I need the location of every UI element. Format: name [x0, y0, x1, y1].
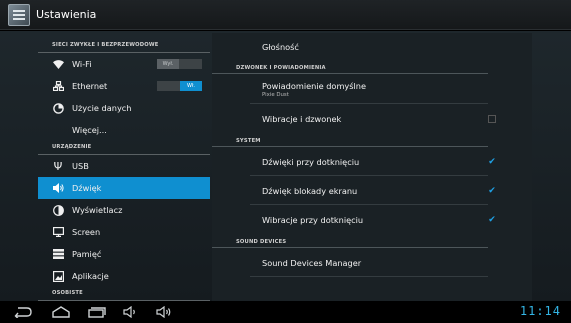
status-clock: 11:14 — [519, 304, 561, 318]
section-header-device: URZĄDZENIE — [38, 141, 210, 155]
pref-touch-sounds[interactable]: Dźwięki przy dotknięciu ✔ — [212, 147, 532, 176]
section-header-networks: SIECI ZWYKŁE I BEZPRZEWODOWE — [38, 33, 210, 53]
nav-item-label: Więcej... — [72, 125, 107, 135]
nav-item-ethernet[interactable]: Ethernet Wł. — [38, 75, 210, 97]
apps-icon — [52, 270, 64, 282]
screen-icon — [52, 226, 64, 238]
nav-item-label: Dźwięk — [72, 183, 102, 193]
nav-item-label: Pamięć — [72, 249, 102, 259]
pref-vibrate-and-ring[interactable]: Wibracje i dzwonek — [212, 104, 532, 133]
section-header-personal: OSOBISTE — [38, 287, 210, 301]
back-icon[interactable] — [12, 305, 34, 319]
category-header-sound-devices: SOUND DEVICES — [212, 234, 488, 248]
nav-item-apps[interactable]: Aplikacje — [38, 265, 210, 287]
action-bar: Ustawienia — [0, 0, 571, 30]
nav-item-label: Screen — [72, 227, 101, 237]
sound-settings-pane[interactable]: Głośność DZWONEK I POWIADOMIENIA Powiado… — [212, 33, 532, 301]
nav-item-label: Aplikacje — [72, 271, 109, 281]
pref-title: Głośność — [262, 41, 299, 52]
nav-item-label: Wi-Fi — [72, 59, 92, 69]
divider — [250, 276, 488, 277]
category-header-ringtone: DZWONEK I POWIADOMIENIA — [212, 60, 488, 74]
nav-item-sound[interactable]: Dźwięk — [38, 177, 210, 199]
ethernet-toggle[interactable]: Wł. — [157, 81, 202, 91]
nav-item-label: USB — [72, 161, 89, 171]
recents-icon[interactable] — [86, 305, 108, 319]
settings-content: SIECI ZWYKŁE I BEZPRZEWODOWE Wi-Fi Wył. … — [0, 31, 571, 301]
storage-icon — [52, 248, 64, 260]
nav-item-label: Wyświetlacz — [72, 205, 123, 215]
usb-icon: Ψ — [53, 159, 63, 173]
nav-item-data-usage[interactable]: Użycie danych — [38, 97, 210, 119]
pref-sound-devices-manager[interactable]: Sound Devices Manager — [212, 248, 532, 277]
pref-default-notification[interactable]: Powiadomienie domyślne Pixie Dust — [212, 74, 532, 104]
toggle-label: Wył. — [157, 59, 179, 69]
nav-item-label: Użycie danych — [72, 103, 132, 113]
pref-title: Sound Devices Manager — [262, 257, 362, 268]
pref-vibrate-on-touch[interactable]: Wibracje przy dotknięciu ✔ — [212, 205, 532, 234]
speaker-icon — [52, 182, 64, 194]
wifi-icon — [52, 58, 64, 70]
nav-item-more[interactable]: Więcej... — [38, 119, 210, 141]
ethernet-icon — [52, 80, 64, 92]
volume-down-icon[interactable] — [120, 305, 142, 319]
pref-volume[interactable]: Głośność — [212, 33, 532, 60]
nav-item-label: Ethernet — [72, 81, 108, 91]
settings-app-icon[interactable] — [8, 3, 30, 26]
screen-lock-sound-checkbox[interactable]: ✔ — [488, 186, 496, 195]
pref-title: Powiadomienie domyślne — [262, 80, 367, 91]
nav-item-storage[interactable]: Pamięć — [38, 243, 210, 265]
system-navigation-bar: 11:14 — [0, 301, 571, 323]
data-usage-icon — [52, 102, 64, 114]
vibrate-on-touch-checkbox[interactable]: ✔ — [488, 215, 496, 224]
toggle-label: Wł. — [180, 81, 202, 91]
nav-item-wifi[interactable]: Wi-Fi Wył. — [38, 53, 210, 75]
headers-list[interactable]: SIECI ZWYKŁE I BEZPRZEWODOWE Wi-Fi Wył. … — [38, 33, 210, 301]
touch-sounds-checkbox[interactable]: ✔ — [488, 157, 496, 166]
vibrate-ring-checkbox[interactable] — [488, 114, 496, 123]
volume-up-icon[interactable] — [154, 305, 176, 319]
nav-item-usb[interactable]: Ψ USB — [38, 155, 210, 177]
nav-item-display[interactable]: Wyświetlacz — [38, 199, 210, 221]
app-title: Ustawienia — [36, 8, 97, 21]
category-header-system: SYSTEM — [212, 133, 488, 147]
pref-screen-lock-sound[interactable]: Dźwięk blokady ekranu ✔ — [212, 176, 532, 205]
nav-item-screen[interactable]: Screen — [38, 221, 210, 243]
home-icon[interactable] — [50, 305, 72, 319]
pref-summary: Pixie Dust — [262, 91, 289, 98]
display-icon — [52, 204, 64, 216]
wifi-toggle[interactable]: Wył. — [157, 59, 202, 69]
